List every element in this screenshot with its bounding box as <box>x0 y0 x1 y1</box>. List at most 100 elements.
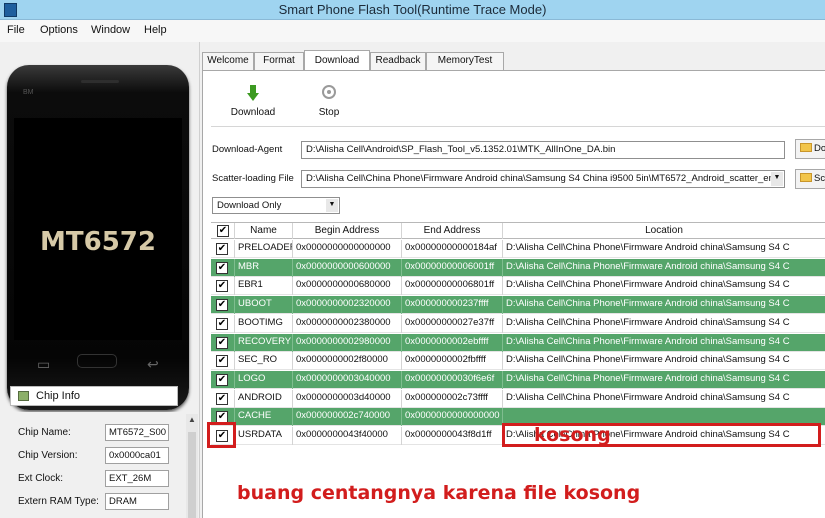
table-row[interactable]: ✔ RECOVERY 0x0000000002980000 0x0000000002e… <box>211 333 825 352</box>
tab-memorytest[interactable]: MemoryTest <box>426 52 504 70</box>
cell-end: 0x0000000043f8d1ff <box>402 427 503 445</box>
scatter-file-select[interactable]: D:\Alisha Cell\China Phone\Firmware Andr… <box>301 170 785 188</box>
row-check-cell: ✔ <box>211 296 235 315</box>
chip-value: 0x0000ca01 <box>105 447 169 464</box>
cell-location: D:\Alisha Cell\China Phone\Firmware Andr… <box>506 372 790 384</box>
download-button-label: Download <box>230 107 276 118</box>
cell-location: D:\Alisha Cell\China Phone\Firmware Andr… <box>506 316 790 328</box>
cell-end: 0x000000002c73ffff <box>402 389 503 408</box>
table-row[interactable]: ✔ BOOTIMG 0x0000000002380000 0x00000000027e… <box>211 314 825 333</box>
phone-model-label: MT6572 <box>40 227 156 257</box>
header-name: Name <box>235 223 293 239</box>
table-row[interactable]: ✔ EBR1 0x0000000000680000 0x00000000006801f… <box>211 277 825 296</box>
chip-info-icon <box>18 391 29 401</box>
cell-name: SEC_RO <box>235 352 293 371</box>
chevron-down-icon[interactable]: ▼ <box>326 199 338 212</box>
cell-end: 0x00000000030f6e6f <box>402 370 503 389</box>
row-checkbox[interactable]: ✔ <box>216 243 228 255</box>
menu-window[interactable]: Window <box>91 24 130 36</box>
stop-button[interactable]: Stop <box>301 75 357 121</box>
window-title: Smart Phone Flash Tool(Runtime Trace Mod… <box>278 2 547 17</box>
cell-name: PRELOADER <box>235 240 293 258</box>
header-end: End Address <box>402 223 503 239</box>
chip-info-tab[interactable]: Chip Info <box>10 386 178 406</box>
row-check-cell: ✔ <box>211 389 235 408</box>
chip-key: Chip Version: <box>18 450 78 461</box>
cell-name: LOGO <box>235 370 293 389</box>
table-row[interactable]: ✔ ANDROID 0x0000000003d40000 0x000000002c73… <box>211 389 825 408</box>
chip-value: DRAM <box>105 493 169 510</box>
scatter-file-button[interactable]: Sc <box>795 169 825 189</box>
row-checkbox[interactable]: ✔ <box>216 373 228 386</box>
chip-info-panel: Chip Name: MT6572_S00 Chip Version: 0x00… <box>10 412 198 518</box>
cell-location: D:\Alisha Cell\China Phone\Firmware Andr… <box>506 335 790 347</box>
download-agent-field[interactable]: D:\Alisha Cell\Android\SP_Flash_Tool_v5.… <box>301 141 785 159</box>
chip-row: Chip Version: 0x0000ca01 <box>18 447 188 464</box>
row-check-cell: ✔ <box>211 240 235 258</box>
menu-file[interactable]: File <box>7 24 25 36</box>
cell-end: 0x00000000000184af <box>402 240 503 258</box>
menu-bar: File Options Window Help <box>0 20 825 42</box>
menu-help[interactable]: Help <box>144 24 167 36</box>
cell-end: 0x00000000006001ff <box>402 258 503 277</box>
table-row[interactable]: ✔ MBR 0x0000000000600000 0x00000000006001ff… <box>211 258 825 277</box>
cell-name: MBR <box>235 258 293 277</box>
table-header: ✔ Name Begin Address End Address Locatio… <box>211 222 825 239</box>
cell-name: RECOVERY <box>235 333 293 352</box>
download-mode-select[interactable]: Download Only ▼ <box>212 197 340 214</box>
select-all-checkbox[interactable]: ✔ <box>217 225 229 237</box>
table-row[interactable]: ✔ PRELOADER 0x0000000000000000 0x0000000000… <box>211 240 825 258</box>
toolbar-divider <box>211 126 825 127</box>
download-button[interactable]: Download <box>225 75 281 121</box>
menu-options[interactable]: Options <box>40 24 78 36</box>
cell-end: 0x000000000237ffff <box>402 296 503 315</box>
row-checkbox[interactable]: ✔ <box>216 299 228 312</box>
scroll-thumb[interactable] <box>188 432 196 518</box>
row-checkbox[interactable]: ✔ <box>216 336 228 349</box>
chip-info-label: Chip Info <box>36 390 81 402</box>
row-checkbox[interactable]: ✔ <box>216 280 228 293</box>
row-checkbox[interactable]: ✔ <box>216 317 228 330</box>
download-agent-button[interactable]: Do <box>795 139 825 159</box>
table-row[interactable]: ✔ LOGO 0x0000000003040000 0x00000000030f6e6… <box>211 370 825 389</box>
row-checkbox[interactable]: ✔ <box>216 261 228 274</box>
table-row[interactable]: ✔ SEC_RO 0x0000000002f80000 0x0000000002fbf… <box>211 352 825 371</box>
row-check-cell: ✔ <box>211 333 235 352</box>
title-bar: Smart Phone Flash Tool(Runtime Trace Mod… <box>0 0 825 20</box>
tab-format[interactable]: Format <box>254 52 304 70</box>
cell-name: BOOTIMG <box>235 314 293 333</box>
chip-key: Ext Clock: <box>18 473 64 484</box>
row-checkbox[interactable]: ✔ <box>216 392 228 405</box>
cell-begin: 0x0000000002320000 <box>293 296 402 315</box>
cell-location: D:\Alisha Cell\China Phone\Firmware Andr… <box>506 391 790 403</box>
cache-checkbox-highlight <box>207 422 236 448</box>
instruction-note: buang centangnya karena file kosong <box>237 482 641 504</box>
row-checkbox[interactable]: ✔ <box>216 355 228 368</box>
chip-info-scrollbar[interactable]: ▲ <box>186 414 198 518</box>
chevron-down-icon[interactable]: ▼ <box>771 172 783 186</box>
chip-value: EXT_26M <box>105 470 169 487</box>
cell-name: USRDATA <box>235 427 293 445</box>
scatter-file-button-label: Sc <box>814 173 825 184</box>
left-panel: BM MT6572 ▭ ↩ Chip Info Chip Name: MT657… <box>0 42 198 518</box>
folder-icon <box>800 173 812 182</box>
phone-speaker <box>81 80 119 83</box>
header-check[interactable]: ✔ <box>211 223 235 239</box>
tab-download[interactable]: Download <box>304 50 370 70</box>
row-check-cell: ✔ <box>211 258 235 277</box>
cell-begin: 0x0000000002380000 <box>293 314 402 333</box>
cell-name: EBR1 <box>235 277 293 296</box>
chip-key: Extern RAM Type: <box>18 496 99 507</box>
row-check-cell: ✔ <box>211 370 235 389</box>
table-row[interactable]: ✔ UBOOT 0x0000000002320000 0x000000000237ff… <box>211 296 825 315</box>
scatter-file-label: Scatter-loading File <box>212 173 294 184</box>
tab-readback[interactable]: Readback <box>370 52 426 70</box>
scroll-up-icon[interactable]: ▲ <box>188 415 196 424</box>
cell-location: D:\Alisha Cell\China Phone\Firmware Andr… <box>506 298 790 310</box>
menu-key-icon: ▭ <box>37 356 51 372</box>
cell-location: D:\Alisha Cell\China Phone\Firmware Andr… <box>506 260 790 272</box>
cell-begin: 0x0000000000680000 <box>293 277 402 296</box>
tab-welcome[interactable]: Welcome <box>202 52 254 70</box>
cell-begin: 0x0000000000600000 <box>293 258 402 277</box>
chip-key: Chip Name: <box>18 427 71 438</box>
